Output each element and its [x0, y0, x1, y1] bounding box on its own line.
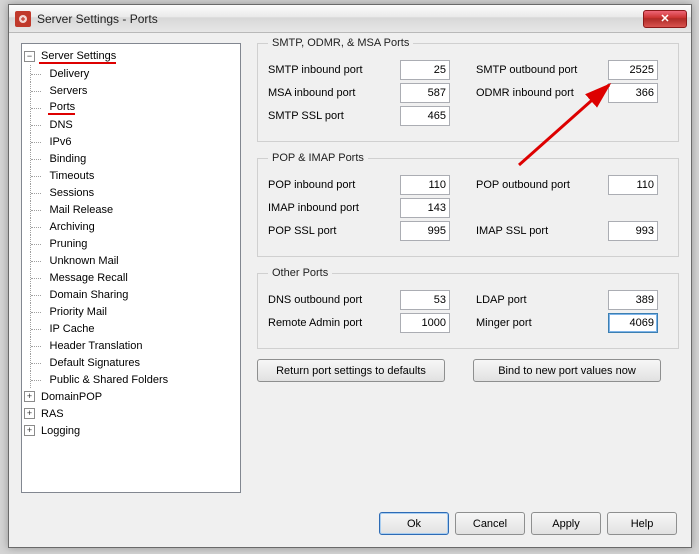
msa-inbound-port[interactable]: [400, 83, 450, 103]
pop-outbound-port[interactable]: [608, 175, 658, 195]
tree-item[interactable]: Priority Mail: [24, 303, 238, 320]
pop-imap-group: POP & IMAP Ports POP inbound port POP ou…: [257, 152, 679, 257]
tree-root-server-settings[interactable]: − Server Settings: [24, 48, 238, 65]
tree-item[interactable]: Message Recall: [24, 269, 238, 286]
ldap-port-label: LDAP port: [476, 294, 608, 306]
imap-inbound-label: IMAP inbound port: [268, 202, 400, 214]
bind-now-button[interactable]: Bind to new port values now: [473, 359, 661, 382]
app-icon: [15, 11, 31, 27]
minger-port-label: Minger port: [476, 317, 608, 329]
pop-imap-legend: POP & IMAP Ports: [268, 152, 368, 164]
window-title: Server Settings - Ports: [37, 12, 643, 26]
smtp-ssl-port[interactable]: [400, 106, 450, 126]
tree-item[interactable]: Pruning: [24, 235, 238, 252]
close-button[interactable]: ✕: [643, 10, 687, 28]
help-button[interactable]: Help: [607, 512, 677, 535]
tree-item[interactable]: Mail Release: [24, 201, 238, 218]
tree-item[interactable]: DNS: [24, 116, 238, 133]
return-defaults-button[interactable]: Return port settings to defaults: [257, 359, 445, 382]
pop-inbound-port[interactable]: [400, 175, 450, 195]
tree-item[interactable]: Default Signatures: [24, 354, 238, 371]
smtp-group: SMTP, ODMR, & MSA Ports SMTP inbound por…: [257, 37, 679, 142]
expand-icon[interactable]: +: [24, 408, 35, 419]
imap-inbound-port[interactable]: [400, 198, 450, 218]
tree-item-logging[interactable]: +Logging: [24, 422, 238, 439]
tree-item[interactable]: Servers: [24, 82, 238, 99]
tree-item[interactable]: Public & Shared Folders: [24, 371, 238, 388]
dns-outbound-port[interactable]: [400, 290, 450, 310]
titlebar[interactable]: Server Settings - Ports ✕: [9, 5, 691, 33]
other-ports-legend: Other Ports: [268, 267, 332, 279]
ldap-port[interactable]: [608, 290, 658, 310]
dialog-buttons: Ok Cancel Apply Help: [379, 512, 677, 535]
pop-outbound-label: POP outbound port: [476, 179, 608, 191]
cancel-button[interactable]: Cancel: [455, 512, 525, 535]
tree-item[interactable]: Sessions: [24, 184, 238, 201]
remote-admin-label: Remote Admin port: [268, 317, 400, 329]
imap-ssl-label: IMAP SSL port: [476, 225, 608, 237]
tree-item[interactable]: Binding: [24, 150, 238, 167]
smtp-inbound-label: SMTP inbound port: [268, 64, 400, 76]
tree-item-ras[interactable]: +RAS: [24, 405, 238, 422]
tree-item[interactable]: Delivery: [24, 65, 238, 82]
tree-item[interactable]: Timeouts: [24, 167, 238, 184]
remote-admin-port[interactable]: [400, 313, 450, 333]
pop-ssl-label: POP SSL port: [268, 225, 400, 237]
msa-inbound-label: MSA inbound port: [268, 87, 400, 99]
smtp-inbound-port[interactable]: [400, 60, 450, 80]
pop-ssl-port[interactable]: [400, 221, 450, 241]
smtp-outbound-label: SMTP outbound port: [476, 64, 608, 76]
other-ports-group: Other Ports DNS outbound port LDAP port …: [257, 267, 679, 349]
ok-button[interactable]: Ok: [379, 512, 449, 535]
nav-tree[interactable]: − Server Settings Delivery Servers Ports…: [21, 43, 241, 493]
odmr-inbound-label: ODMR inbound port: [476, 87, 608, 99]
tree-item[interactable]: Archiving: [24, 218, 238, 235]
imap-ssl-port[interactable]: [608, 221, 658, 241]
tree-item-domainpop[interactable]: +DomainPOP: [24, 388, 238, 405]
tree-root-label: Server Settings: [39, 50, 116, 64]
client-area: − Server Settings Delivery Servers Ports…: [9, 33, 691, 547]
tree-item[interactable]: Header Translation: [24, 337, 238, 354]
tree-item[interactable]: IP Cache: [24, 320, 238, 337]
tree-item-ports[interactable]: Ports: [24, 99, 238, 116]
expand-icon[interactable]: +: [24, 391, 35, 402]
tree-item[interactable]: IPv6: [24, 133, 238, 150]
settings-window: Server Settings - Ports ✕ − Server Setti…: [8, 4, 692, 548]
ports-panel: SMTP, ODMR, & MSA Ports SMTP inbound por…: [257, 37, 679, 497]
apply-button[interactable]: Apply: [531, 512, 601, 535]
smtp-ssl-label: SMTP SSL port: [268, 110, 400, 122]
smtp-outbound-port[interactable]: [608, 60, 658, 80]
pop-inbound-label: POP inbound port: [268, 179, 400, 191]
dns-outbound-label: DNS outbound port: [268, 294, 400, 306]
close-icon: ✕: [660, 12, 669, 25]
collapse-icon[interactable]: −: [24, 51, 35, 62]
minger-port[interactable]: [608, 313, 658, 333]
tree-item[interactable]: Unknown Mail: [24, 252, 238, 269]
odmr-inbound-port[interactable]: [608, 83, 658, 103]
smtp-legend: SMTP, ODMR, & MSA Ports: [268, 37, 413, 49]
expand-icon[interactable]: +: [24, 425, 35, 436]
tree-item[interactable]: Domain Sharing: [24, 286, 238, 303]
